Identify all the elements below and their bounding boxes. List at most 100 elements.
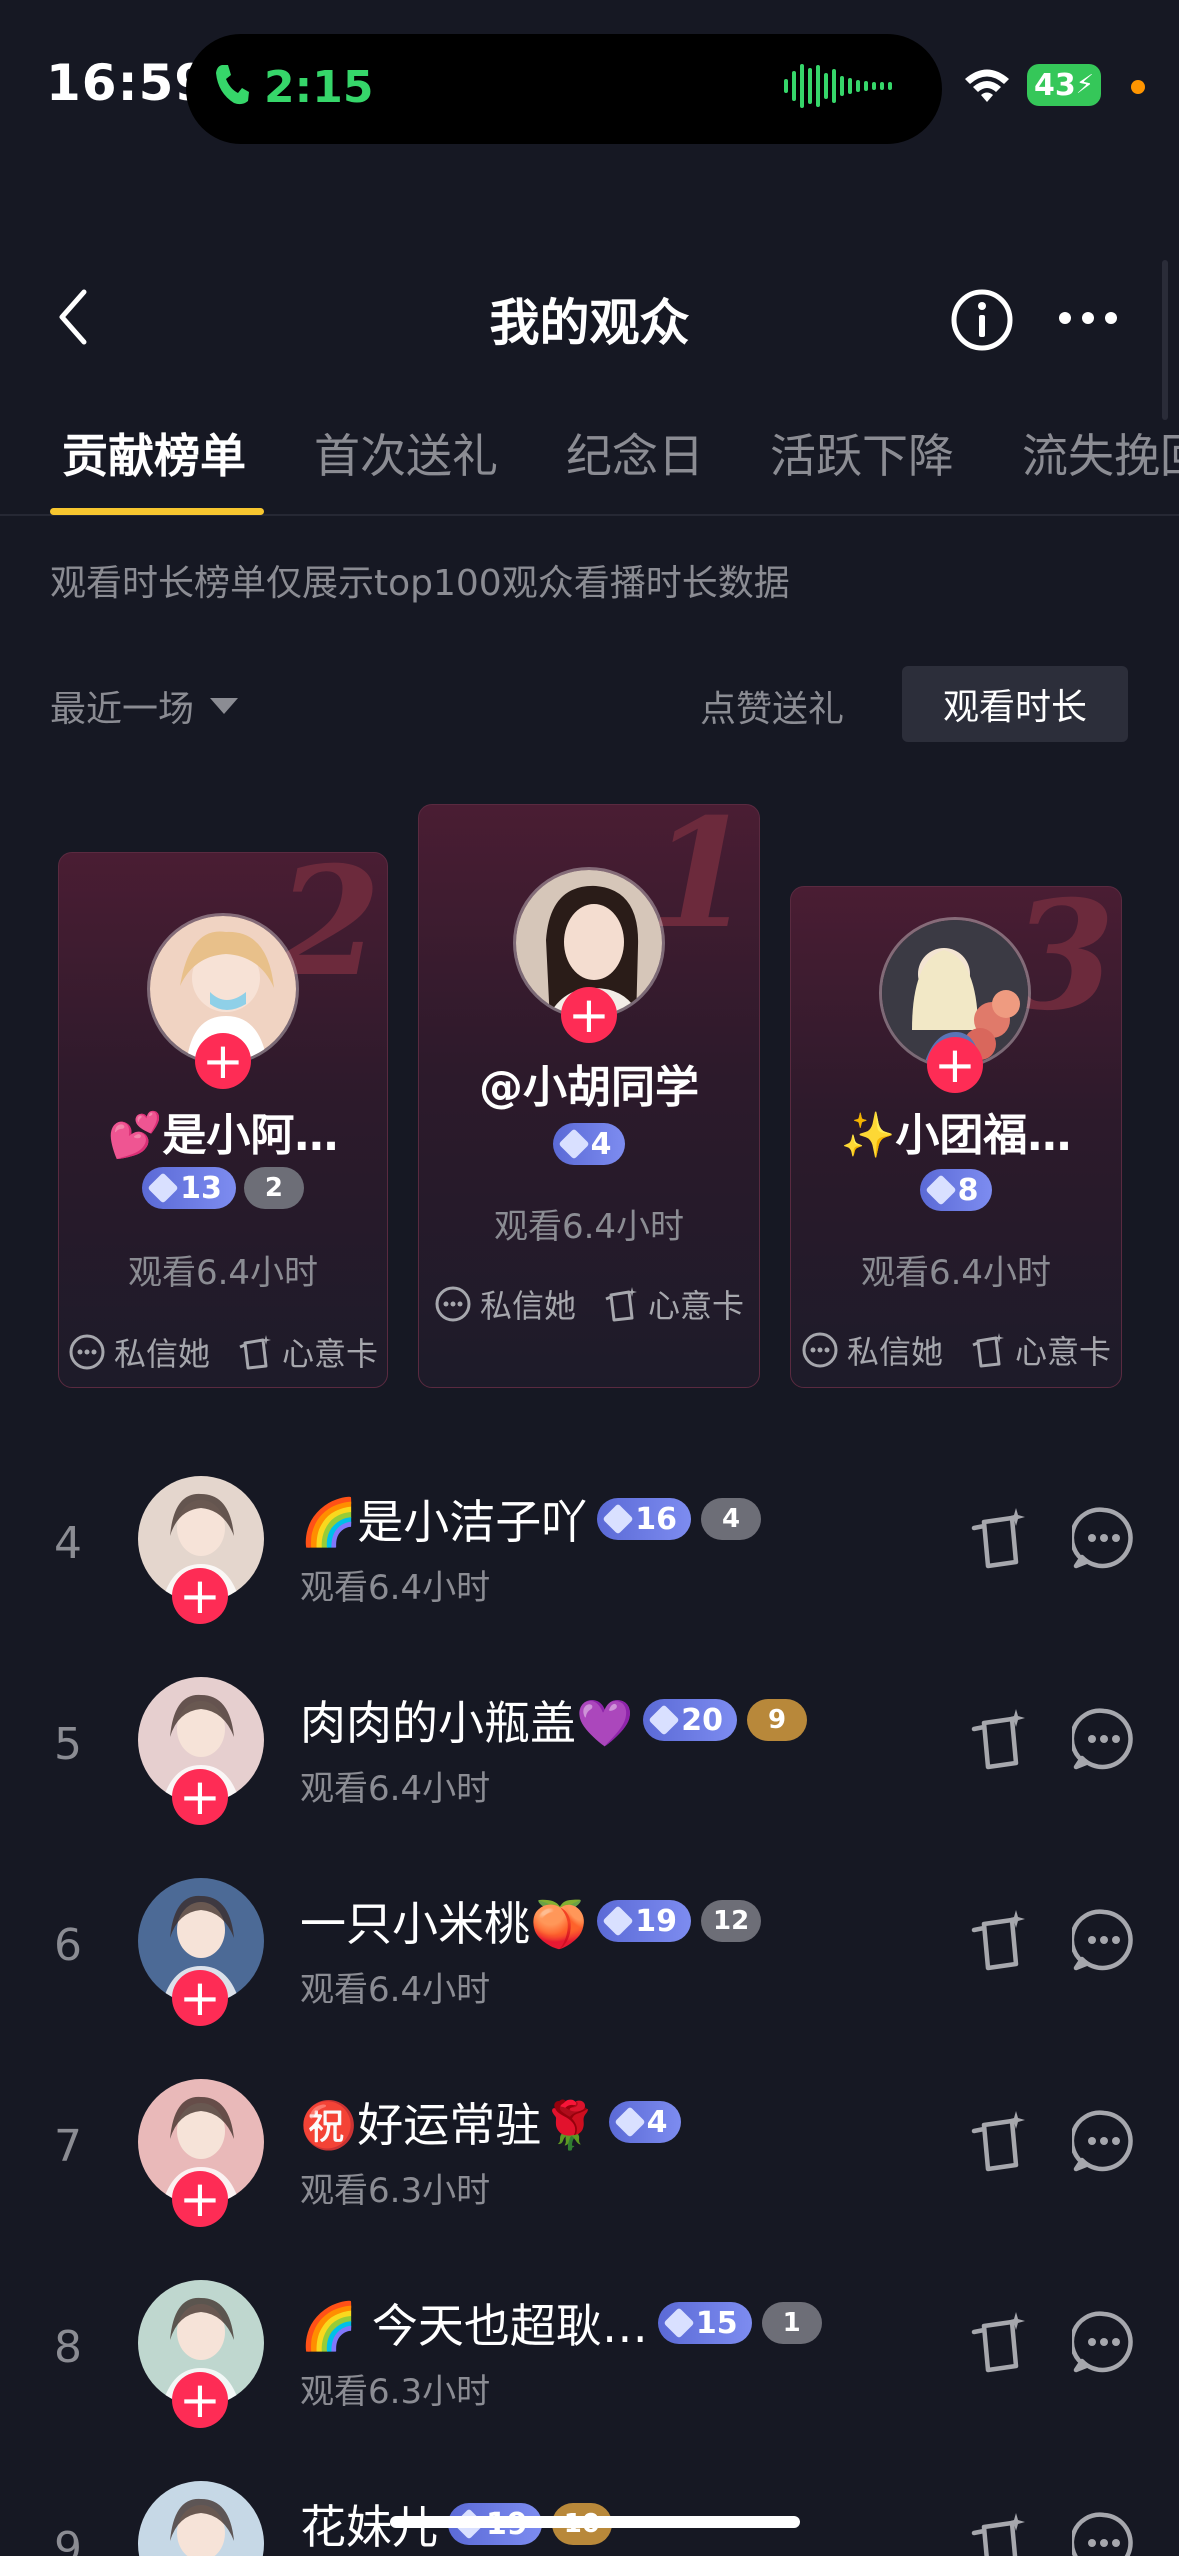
podium-name: @小胡同学 (479, 1062, 699, 1113)
podium-name: 💕是小阿… (107, 1110, 339, 1161)
follow-button[interactable]: + (172, 2171, 228, 2227)
range-dropdown-label: 最近一场 (50, 689, 195, 730)
fan-value: 4 (721, 1504, 741, 1534)
follow-button[interactable]: + (172, 1769, 228, 1825)
viewer-name: 🌈是小洁子吖 (300, 1495, 588, 1549)
heart-card-icon[interactable] (966, 2109, 1032, 2179)
heart-card-button[interactable]: 心意卡 (236, 1329, 378, 1375)
avatar[interactable] (138, 2481, 264, 2556)
chat-bubble-icon[interactable] (1069, 1506, 1136, 1574)
direct-message-button[interactable]: 私信她 (434, 1281, 576, 1327)
podium-card-rank-3[interactable]: 3 + ✨小团福… 8 观看6.4小时 私信她 心意卡 (790, 886, 1122, 1388)
active-tab-underline (50, 508, 264, 515)
list-item[interactable]: 8 + 🌈 今天也超耿… 15 1 观看6.3小时 (0, 2250, 1179, 2450)
direct-message-button[interactable]: 私信她 (68, 1329, 210, 1375)
battery-level: 43 (1033, 67, 1076, 103)
home-indicator[interactable] (390, 2516, 800, 2528)
level-value: 13 (180, 1170, 222, 1206)
rank-number: 7 (54, 2121, 82, 2172)
fan-badge: 12 (701, 1900, 762, 1942)
level-badge: 4 (552, 1123, 626, 1165)
gift-card-icon (239, 1335, 271, 1370)
tab-first-gift[interactable]: 首次送礼 (314, 420, 498, 486)
level-value: 8 (957, 1172, 979, 1208)
heart-card-icon[interactable] (966, 2310, 1032, 2380)
chat-bubble-icon[interactable] (1069, 2511, 1136, 2556)
chat-bubble-icon[interactable] (1069, 2310, 1136, 2378)
caret-down-icon (210, 698, 239, 714)
list-item[interactable]: 6 + 一只小米桃🍑 19 12 观看6.4小时 (0, 1848, 1179, 2048)
badge-group: 4 (419, 1123, 759, 1165)
rank-number: 4 (54, 1518, 82, 1569)
diamond-icon (663, 2307, 695, 2339)
heart-card-label: 心意卡 (1015, 1333, 1112, 1371)
level-value: 19 (635, 1903, 678, 1939)
rank-number: 6 (54, 1920, 82, 1971)
heart-card-button[interactable]: 心意卡 (602, 1281, 744, 1327)
fan-badge: 9 (747, 1699, 808, 1741)
watch-duration: 观看6.4小时 (493, 1207, 685, 1247)
chat-bubble-icon[interactable] (1069, 1707, 1136, 1775)
notice-text: 观看时长榜单仅展示top100观众看播时长数据 (50, 563, 790, 604)
chat-bubble-icon[interactable] (1069, 1908, 1136, 1976)
heart-card-button[interactable]: 心意卡 (969, 1327, 1111, 1373)
chat-bubble-icon (69, 1334, 105, 1370)
follow-button[interactable]: + (172, 2372, 228, 2428)
fan-badge: 1 (761, 2302, 822, 2344)
sort-watch-time-button[interactable]: 观看时长 (902, 666, 1128, 742)
battery-indicator: 43 ⚡ (1027, 64, 1101, 106)
sort-likes-gifts-button[interactable]: 点赞送礼 (700, 680, 844, 732)
level-value: 4 (590, 1126, 612, 1162)
card-actions: 私信她 心意卡 (419, 1281, 759, 1327)
list-item-name-group: ㊗️好运常驻🌹 4 (300, 2089, 682, 2155)
diamond-icon (602, 1905, 634, 1937)
range-dropdown[interactable]: 最近一场 (50, 680, 239, 732)
follow-button[interactable]: + (195, 1033, 251, 1089)
heart-card-icon[interactable] (966, 1506, 1032, 1576)
more-options-icon[interactable] (1058, 310, 1118, 329)
list-item[interactable]: 9 + 花妹儿 19 10 (0, 2451, 1179, 2556)
level-badge: 20 (643, 1699, 738, 1741)
diamond-icon (614, 2106, 646, 2138)
tab-activity-drop[interactable]: 活跃下降 (770, 420, 954, 486)
rank-number: 8 (54, 2322, 82, 2373)
follow-button[interactable]: + (172, 1568, 228, 1624)
fan-value: 12 (713, 1906, 750, 1936)
card-actions: 私信她 心意卡 (791, 1327, 1121, 1373)
podium-card-rank-1[interactable]: 1 + @小胡同学 4 观看6.4小时 私信她 心意卡 (418, 804, 760, 1388)
chat-bubble-icon[interactable] (1069, 2109, 1136, 2177)
podium-card-rank-2[interactable]: 2 + 💕是小阿… 13 2 观看6.4小时 私信她 心意卡 (58, 852, 388, 1388)
chat-bubble-icon (802, 1332, 838, 1368)
watch-duration: 观看6.4小时 (860, 1253, 1052, 1293)
direct-message-label: 私信她 (113, 1335, 210, 1373)
list-item[interactable]: 7 + ㊗️好运常驻🌹 4 观看6.3小时 (0, 2049, 1179, 2249)
direct-message-label: 私信她 (846, 1333, 943, 1371)
direct-message-label: 私信她 (479, 1287, 576, 1325)
watch-duration: 观看6.4小时 (300, 1568, 491, 1608)
direct-message-button[interactable]: 私信她 (801, 1327, 943, 1373)
scroll-indicator (1162, 260, 1168, 420)
list-item[interactable]: 5 + 肉肉的小瓶盖💜 20 9 观看6.4小时 (0, 1647, 1179, 1847)
heart-card-icon[interactable] (966, 1908, 1032, 1978)
tab-churn-recovery[interactable]: 流失挽回 (1022, 420, 1179, 486)
list-item[interactable]: 4 + 🌈是小洁子吖 16 4 观看6.4小时 (0, 1446, 1179, 1646)
viewer-name: 一只小米桃🍑 (300, 1897, 588, 1951)
wifi-icon (962, 64, 1012, 108)
phone-icon (214, 63, 250, 111)
level-badge: 16 (597, 1498, 692, 1540)
gift-card-icon (605, 1287, 637, 1322)
heart-card-icon[interactable] (966, 2511, 1032, 2556)
follow-button[interactable]: + (561, 987, 617, 1043)
follow-button[interactable]: + (927, 1037, 983, 1093)
diamond-icon (648, 1704, 680, 1736)
privacy-indicator-dot (1131, 80, 1145, 94)
viewer-name: 🌈 今天也超耿… (300, 2299, 648, 2353)
follow-button[interactable]: + (172, 1970, 228, 2026)
level-badge: 4 (608, 2101, 682, 2143)
tab-contribution[interactable]: 贡献榜单 (62, 420, 246, 486)
watch-duration: 观看6.4小时 (127, 1253, 319, 1293)
heart-card-icon[interactable] (966, 1707, 1032, 1777)
info-icon[interactable] (950, 288, 1014, 356)
heart-card-label: 心意卡 (282, 1335, 379, 1373)
tab-anniversary[interactable]: 纪念日 (566, 420, 704, 486)
